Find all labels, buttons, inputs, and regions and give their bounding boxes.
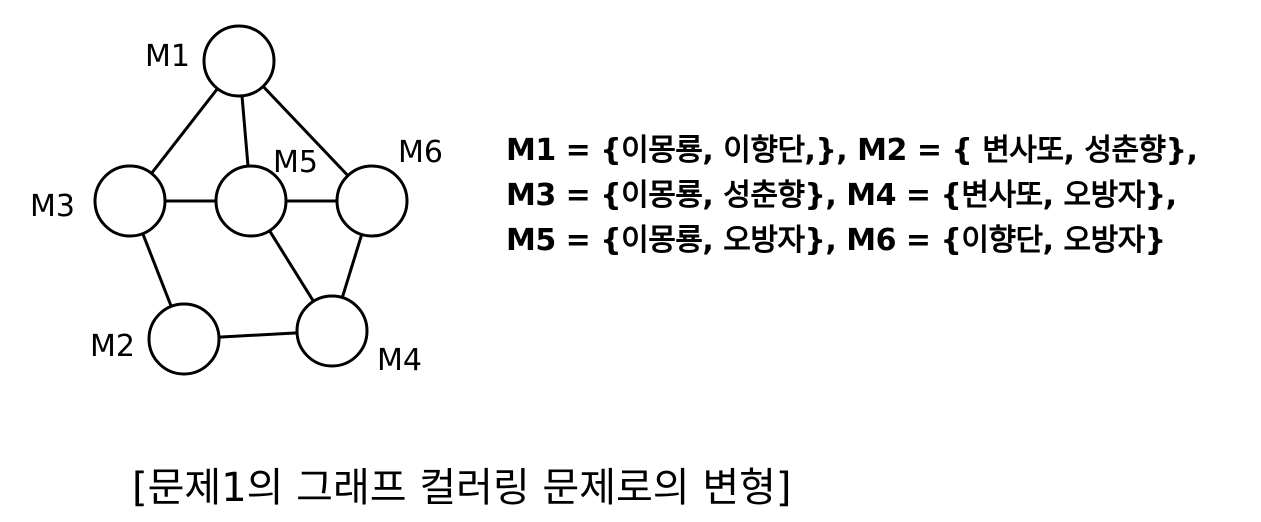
node-label-m2: M2 bbox=[90, 329, 135, 364]
node-label-m5: M5 bbox=[273, 145, 318, 180]
edge-m1-m5 bbox=[240, 95, 250, 167]
edge-m2-m4 bbox=[218, 331, 298, 339]
node-label-m4: M4 bbox=[377, 343, 422, 378]
node-m4 bbox=[295, 294, 369, 368]
sets-line-2: M3 = {이몽룡, 성춘향}, M4 = {변사또, 오방자}, bbox=[506, 178, 1177, 213]
edge-m6-m4 bbox=[340, 234, 364, 298]
node-label-m1: M1 bbox=[145, 39, 190, 74]
vertex-sets: M1 = {이몽룡, 이향단,}, M2 = { 변사또, 성춘향}, M3 =… bbox=[506, 128, 1198, 263]
sets-line-3: M5 = {이몽룡, 오방자}, M6 = {이향단, 오방자} bbox=[506, 223, 1166, 258]
node-m2 bbox=[147, 302, 221, 376]
node-label-m3: M3 bbox=[30, 189, 75, 224]
figure-caption: [문제1의 그래프 컬러링 문제로의 변형] bbox=[132, 465, 792, 511]
edge-m5-m4 bbox=[268, 229, 315, 303]
edge-m1-m3 bbox=[150, 87, 219, 175]
node-m1 bbox=[202, 24, 276, 98]
edge-m3-m2 bbox=[141, 233, 173, 307]
graph-diagram: M1 M2 M3 M4 M5 M6 bbox=[30, 24, 443, 378]
node-m6 bbox=[335, 164, 409, 238]
node-label-m6: M6 bbox=[398, 135, 443, 170]
graph-nodes bbox=[93, 24, 409, 376]
node-m3 bbox=[93, 164, 167, 238]
sets-line-1: M1 = {이몽룡, 이향단,}, M2 = { 변사또, 성춘향}, bbox=[506, 133, 1198, 168]
